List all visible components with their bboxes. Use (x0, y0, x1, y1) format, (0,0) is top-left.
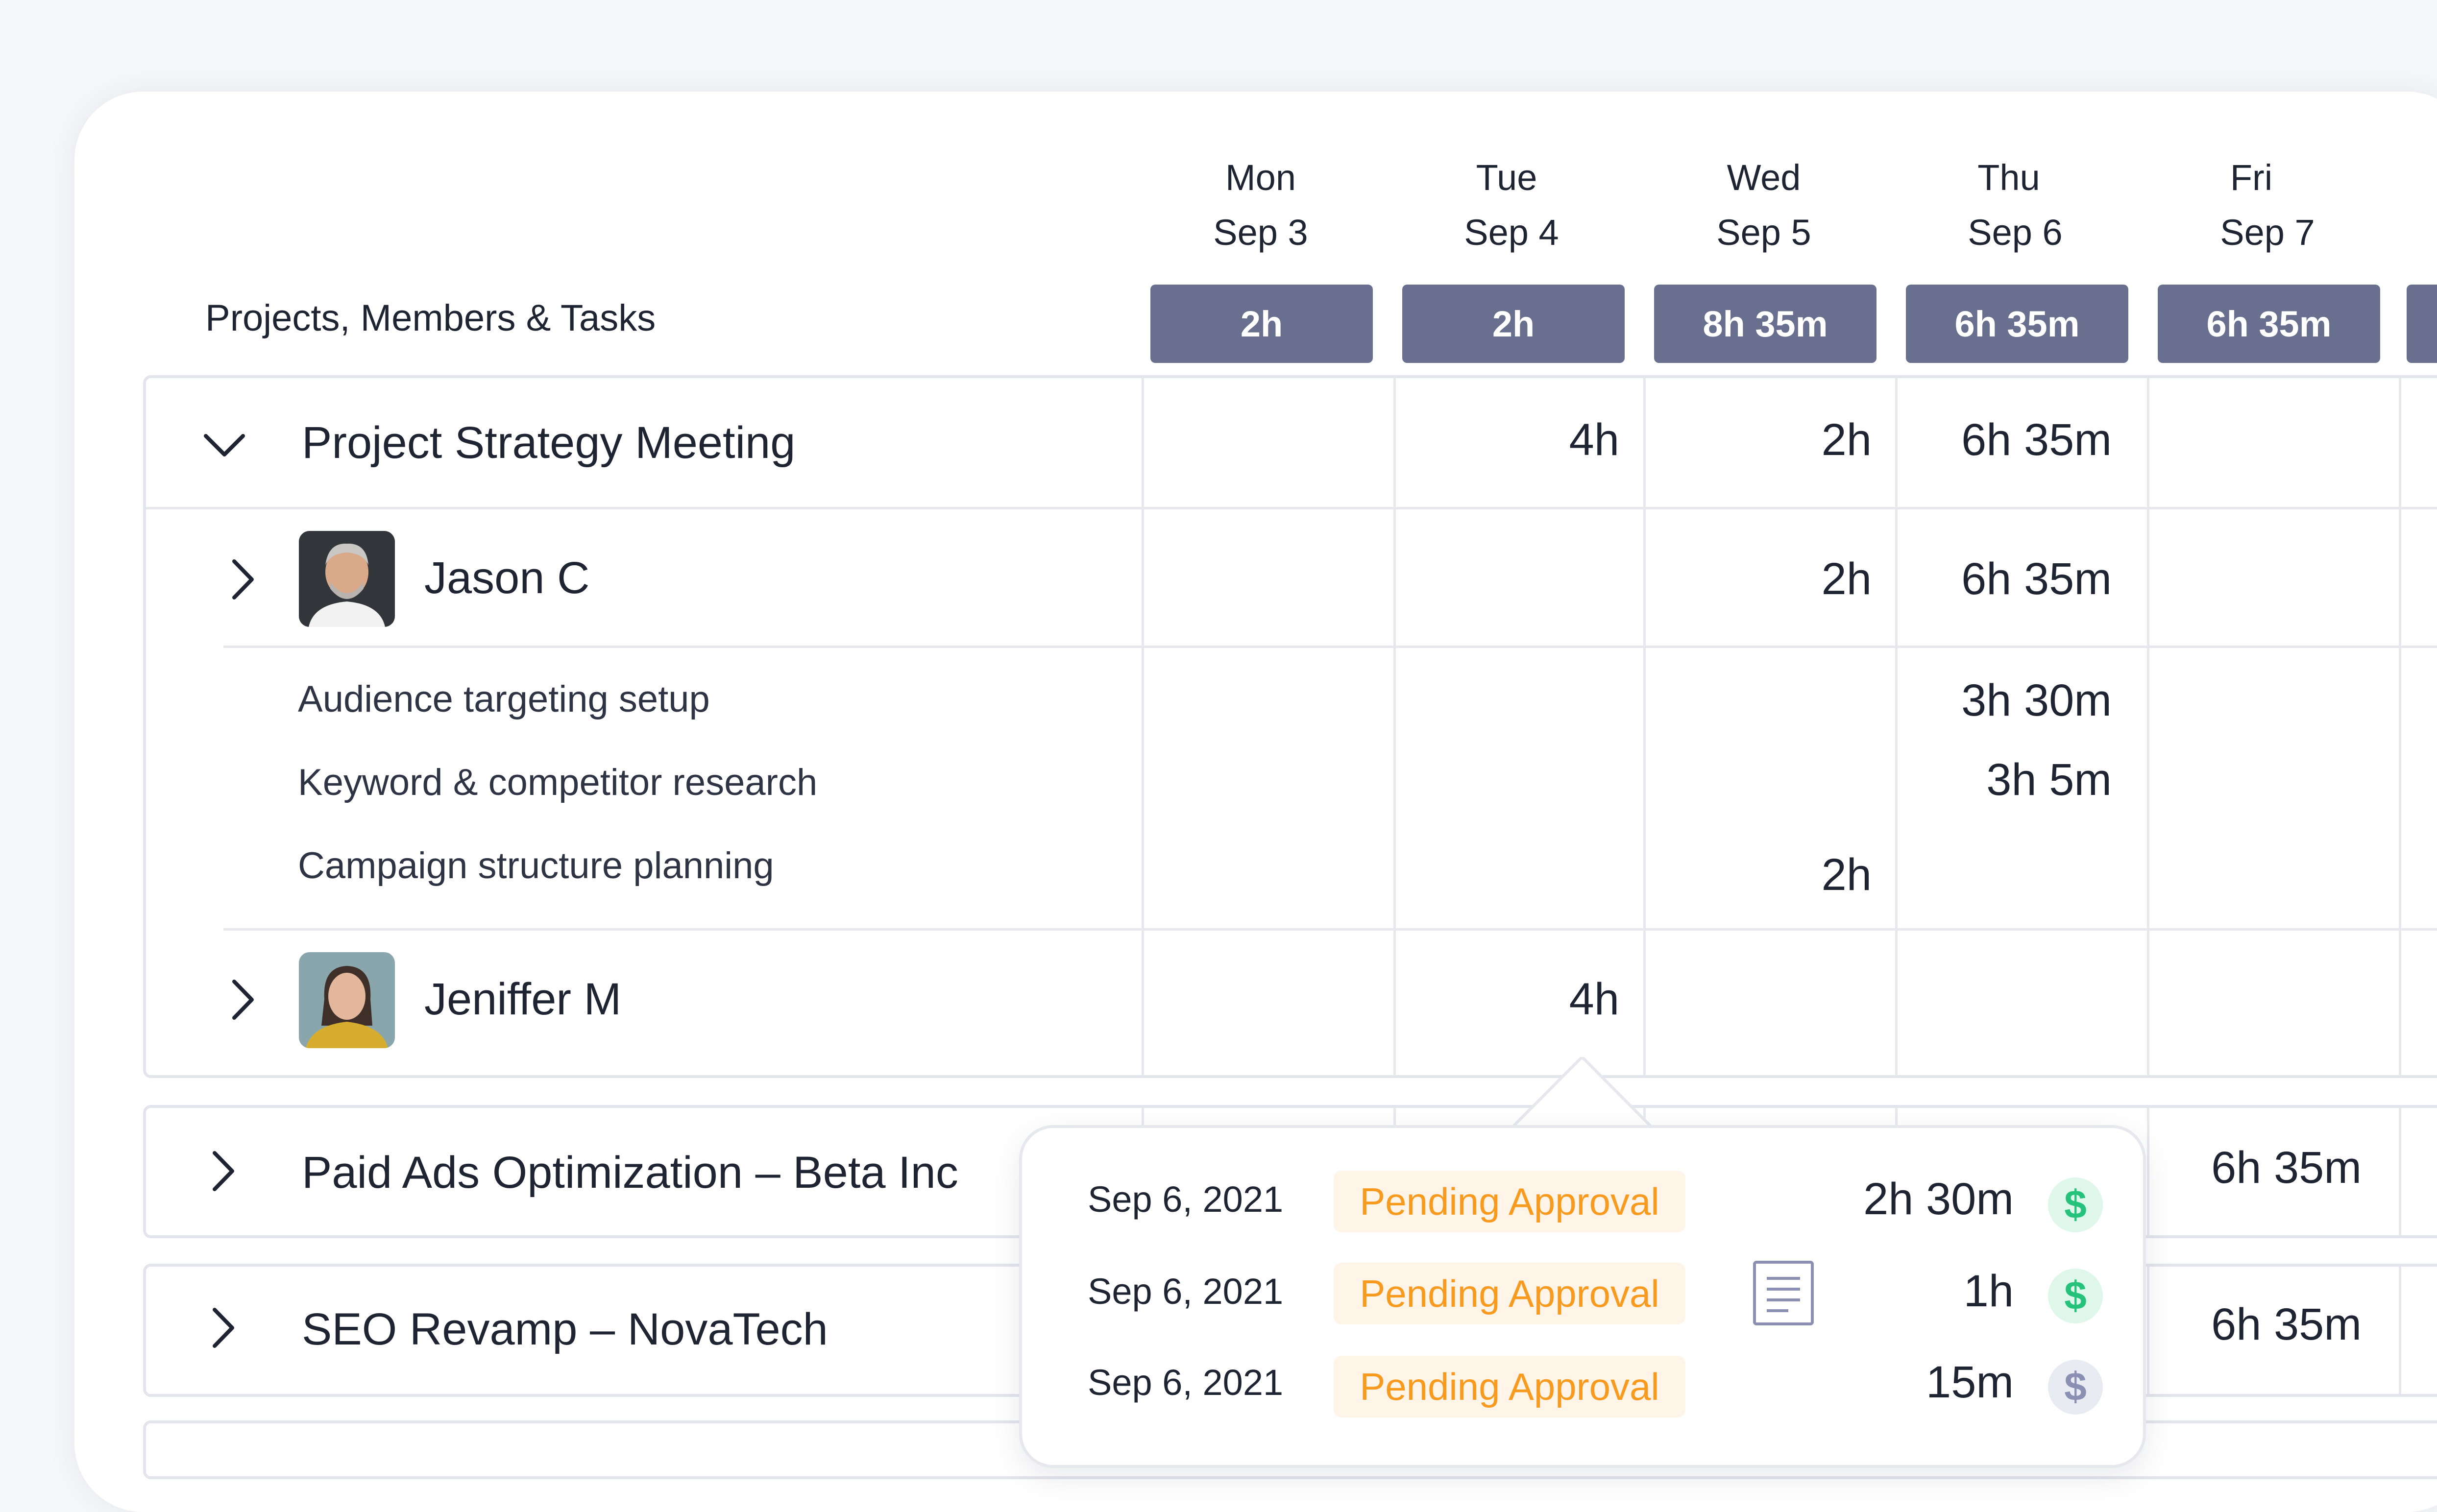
cell-fri[interactable]: 6h 35m (2156, 1299, 2362, 1350)
projects-column-header: Projects, Members & Tasks (205, 297, 656, 339)
cell-thu[interactable]: 3h 30m (1906, 675, 2112, 726)
day-name: Thu (1977, 157, 2040, 198)
cell-thu[interactable]: 6h 35m (1906, 414, 2112, 466)
column-divider (2147, 1267, 2149, 1394)
column-divider (1142, 377, 1144, 1076)
column-divider (1643, 377, 1646, 1076)
day-date: Sep 5 (1716, 212, 1811, 253)
note-icon[interactable] (1752, 1260, 1815, 1326)
day-total-pill: 2h (1402, 285, 1625, 363)
avatar (299, 531, 395, 627)
column-divider (2399, 1108, 2401, 1235)
day-date: Sep 6 (1968, 212, 2063, 253)
column-divider (2147, 1108, 2149, 1235)
column-divider (2399, 1267, 2401, 1394)
project-title: SEO Revamp – NovaTech (302, 1304, 828, 1354)
project-group-strategy-meeting (143, 375, 2437, 1078)
avatar (299, 952, 395, 1048)
billable-dollar-icon[interactable]: $ (2048, 1177, 2103, 1232)
day-date: Sep 7 (2220, 212, 2315, 253)
cell-fri[interactable]: 6h 35m (2156, 1142, 2362, 1194)
column-divider (2399, 377, 2401, 1076)
day-name: Mon (1225, 157, 1296, 198)
cell-tue[interactable]: 4h (1413, 414, 1619, 466)
chevron-right-icon[interactable] (230, 558, 255, 600)
member-name: Jason C (424, 553, 590, 603)
status-badge: Pending Approval (1334, 1263, 1685, 1324)
entry-duration[interactable]: 2h 30m (1828, 1174, 2014, 1225)
cell-thu[interactable]: 3h 5m (1906, 754, 2112, 806)
cell-wed[interactable]: 2h (1666, 414, 1872, 466)
day-name: Tue (1476, 157, 1537, 198)
day-total-pill: 2h (1150, 285, 1373, 363)
entry-duration[interactable]: 1h (1828, 1266, 2014, 1317)
cell-tue[interactable]: 4h (1413, 974, 1619, 1025)
row-divider (223, 928, 2437, 931)
day-name: Fri (2230, 157, 2273, 198)
status-badge: Pending Approval (1334, 1171, 1685, 1232)
day-date: Sep 4 (1464, 212, 1559, 253)
chevron-down-icon[interactable] (203, 431, 246, 460)
chevron-right-icon[interactable] (211, 1150, 235, 1192)
task-name: Campaign structure planning (298, 845, 774, 887)
cell-wed[interactable]: 2h (1666, 849, 1872, 901)
entry-date: Sep 6, 2021 (1088, 1179, 1284, 1220)
day-name: Wed (1727, 157, 1801, 198)
entry-date: Sep 6, 2021 (1088, 1362, 1284, 1403)
task-name: Keyword & competitor research (298, 762, 818, 803)
status-badge: Pending Approval (1334, 1356, 1685, 1417)
day-total-pill-partial (2407, 285, 2437, 363)
task-name: Audience targeting setup (298, 678, 710, 720)
day-total-pill: 6h 35m (2158, 285, 2380, 363)
column-divider (2147, 377, 2149, 1076)
project-title: Project Strategy Meeting (302, 418, 796, 468)
billable-dollar-icon[interactable]: $ (2048, 1269, 2103, 1323)
column-divider (1393, 377, 1396, 1076)
entry-duration[interactable]: 15m (1828, 1357, 2014, 1408)
chevron-right-icon[interactable] (230, 979, 255, 1021)
day-total-pill: 6h 35m (1906, 285, 2128, 363)
member-name: Jeniffer M (424, 974, 622, 1024)
day-total-pill: 8h 35m (1654, 285, 1876, 363)
row-divider (146, 507, 2437, 509)
column-divider (1895, 377, 1898, 1076)
chevron-right-icon[interactable] (211, 1307, 235, 1349)
project-title: Paid Ads Optimization – Beta Inc (302, 1148, 958, 1198)
non-billable-dollar-icon[interactable]: $ (2048, 1360, 2103, 1415)
popover-arrow (1511, 1057, 1653, 1129)
row-divider (223, 646, 2437, 648)
cell-thu[interactable]: 6h 35m (1906, 553, 2112, 605)
day-date: Sep 3 (1213, 212, 1308, 253)
cell-wed[interactable]: 2h (1666, 553, 1872, 605)
entry-date: Sep 6, 2021 (1088, 1271, 1284, 1312)
